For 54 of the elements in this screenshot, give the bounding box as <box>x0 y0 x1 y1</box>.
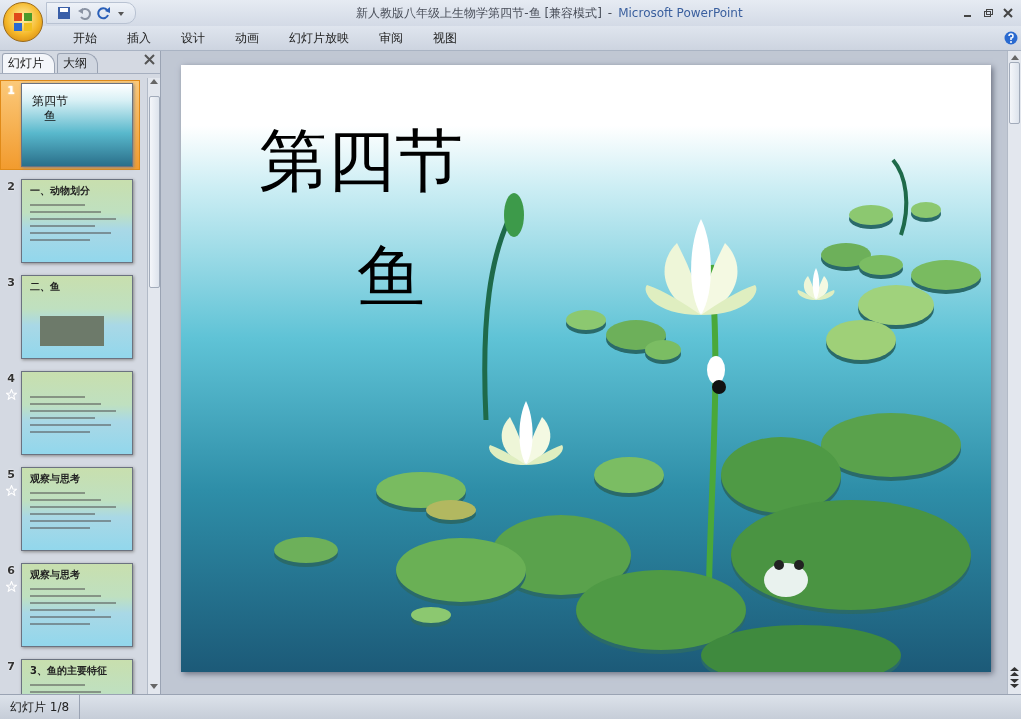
close-icon[interactable] <box>144 54 155 65</box>
ribbon-tab[interactable]: 设计 <box>166 29 220 47</box>
save-icon[interactable] <box>57 6 71 20</box>
slide-title: 第四节 <box>259 127 463 195</box>
slide-number: 3 <box>7 276 15 289</box>
thumbnail-title: 观察与思考 <box>30 568 80 582</box>
slide-counter: 幻灯片 1/8 <box>0 695 81 719</box>
slide-number: 1 <box>7 84 15 97</box>
scrollbar-thumb[interactable] <box>1009 62 1020 124</box>
scroll-up-icon[interactable] <box>150 78 158 84</box>
pane-tab[interactable]: 大纲 <box>57 53 98 73</box>
next-slide-icon[interactable] <box>1010 679 1019 688</box>
ribbon-tab[interactable]: 幻灯片放映 <box>274 29 364 47</box>
slide-thumbnail-item[interactable]: 5 观察与思考 <box>0 464 140 554</box>
redo-icon[interactable] <box>97 6 111 20</box>
slide-thumbnail-item[interactable]: 2 一、动物划分 <box>0 176 140 266</box>
photo-placeholder <box>40 316 104 346</box>
slide-subtitle: 鱼 <box>357 243 425 311</box>
slide-number: 6 <box>7 564 15 577</box>
ribbon-tab[interactable]: 视图 <box>418 29 472 47</box>
previous-slide-icon[interactable] <box>1010 667 1019 676</box>
close-icon[interactable] <box>1003 8 1013 18</box>
scroll-up-icon[interactable] <box>1010 54 1019 60</box>
animation-star-icon <box>5 581 17 592</box>
slide-thumbnail-item[interactable]: 6 观察与思考 <box>0 560 140 650</box>
thumbnail-title: 观察与思考 <box>30 472 80 486</box>
restore-icon[interactable] <box>983 8 993 18</box>
ribbon-tab[interactable]: 插入 <box>112 29 166 47</box>
dropdown-icon[interactable] <box>117 9 125 17</box>
animation-star-icon <box>5 389 17 400</box>
slide-thumbnail-item[interactable]: 4 <box>0 368 140 458</box>
help-icon[interactable] <box>1004 31 1018 45</box>
office-button[interactable] <box>3 2 43 42</box>
window-title: 新人教版八年级上生物学第四节-鱼 [兼容模式] - Microsoft PowerPoint <box>355 4 744 22</box>
thumbnail-title: 3、鱼的主要特征 <box>30 664 107 678</box>
undo-icon[interactable] <box>77 6 91 20</box>
ribbon-tab[interactable]: 开始 <box>58 29 112 47</box>
animation-star-icon <box>5 485 17 496</box>
slide-number: 2 <box>7 180 15 193</box>
scrollbar-thumb[interactable] <box>148 96 160 288</box>
ribbon-tab[interactable]: 动画 <box>220 29 274 47</box>
scroll-down-icon[interactable] <box>150 684 158 690</box>
slide-number: 5 <box>7 468 15 481</box>
thumbnail-title: 一、动物划分 <box>30 184 90 198</box>
slide-number: 7 <box>7 660 15 673</box>
thumbnail-title: 第四节 鱼 <box>32 94 68 124</box>
slide-thumbnail-item[interactable]: 1 第四节 鱼 <box>0 80 140 170</box>
slide-number: 4 <box>7 372 15 385</box>
ribbon-tab[interactable]: 审阅 <box>364 29 418 47</box>
pane-tab[interactable]: 幻灯片 <box>2 53 55 73</box>
slide-thumbnail-item[interactable]: 7 3、鱼的主要特征 <box>0 656 140 694</box>
slide-thumbnail-item[interactable]: 3 二、鱼 <box>0 272 140 362</box>
thumbnail-title: 二、鱼 <box>30 280 60 294</box>
office-logo-icon <box>13 12 33 32</box>
